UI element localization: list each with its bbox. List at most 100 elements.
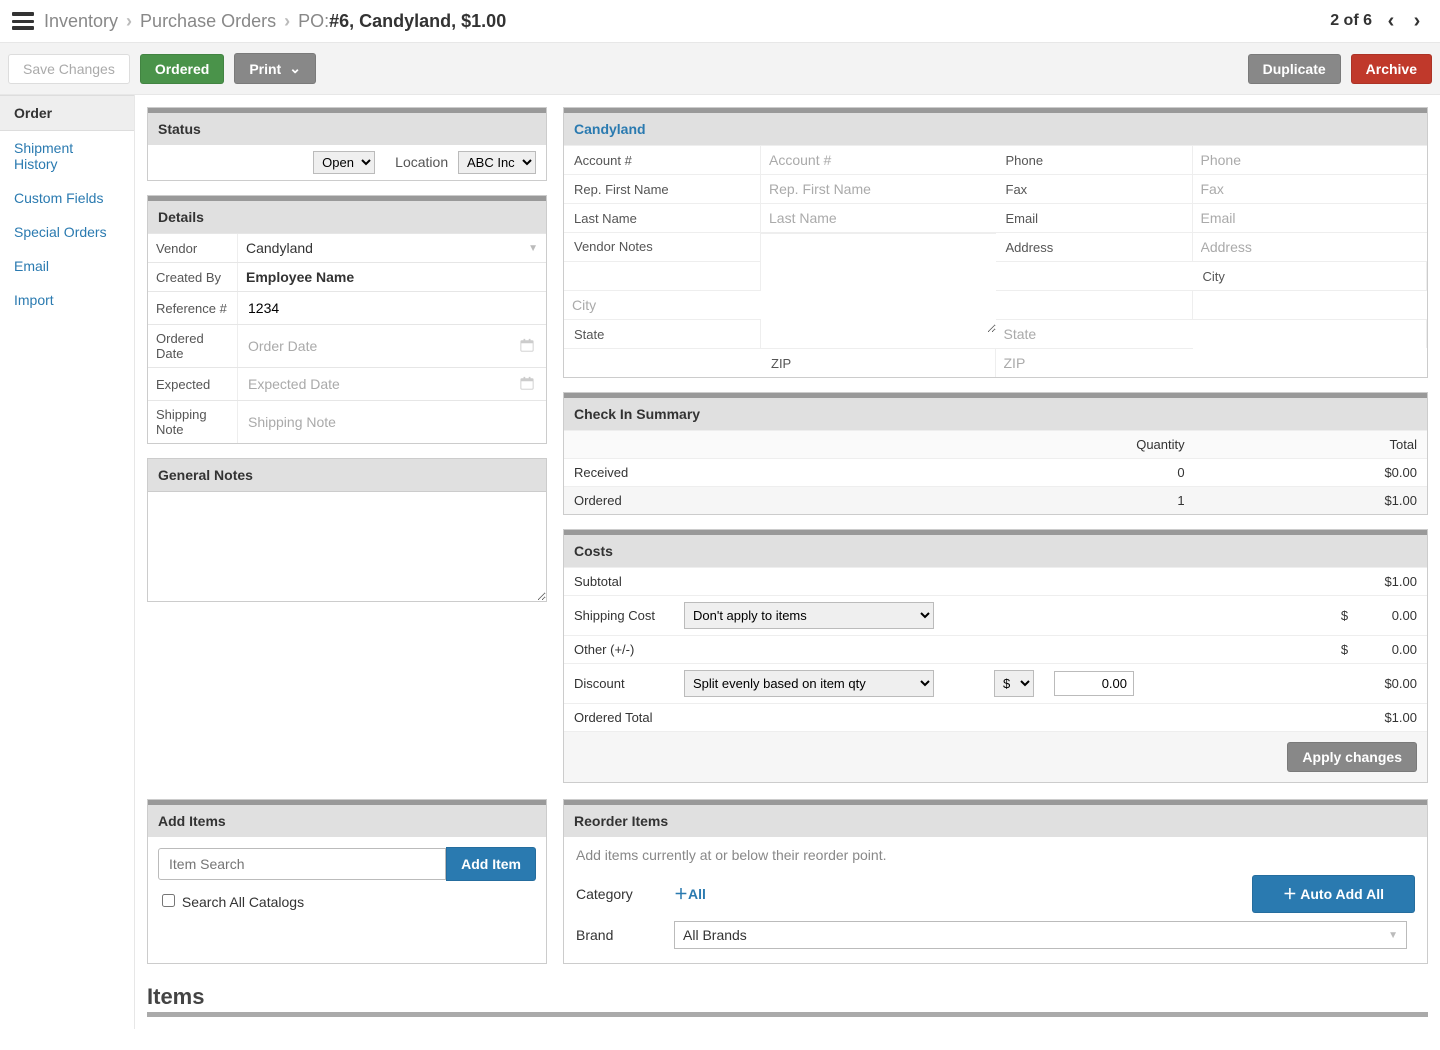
sidebar-item-special-orders[interactable]: Special Orders [0, 215, 134, 249]
search-all-text: Search All Catalogs [182, 894, 304, 910]
pager-next-icon[interactable]: › [1406, 10, 1428, 32]
vendor-fax-input[interactable] [1193, 175, 1428, 203]
sidebar-item-custom-fields[interactable]: Custom Fields [0, 181, 134, 215]
costs-title: Costs [564, 530, 1427, 567]
vendor-account-label: Account # [564, 145, 761, 174]
vendor-city-input[interactable] [564, 291, 761, 319]
print-label: Print [249, 61, 281, 77]
blank-label-2 [996, 290, 1193, 319]
sidebar-item-order[interactable]: Order [0, 95, 134, 131]
vendor-fax-label: Fax [996, 174, 1193, 203]
duplicate-button[interactable]: Duplicate [1248, 54, 1341, 84]
ordered-total-value: $1.00 [1144, 704, 1427, 732]
chevron-right-icon: › [126, 11, 132, 32]
vendor-address-input[interactable] [1193, 233, 1428, 261]
discount-amount-input[interactable] [1054, 671, 1134, 696]
shipping-note-input[interactable] [246, 410, 538, 434]
category-label: Category [576, 886, 666, 902]
details-title: Details [148, 196, 546, 233]
chevron-down-icon[interactable]: ▼ [528, 243, 538, 254]
breadcrumb: Inventory › Purchase Orders › PO: #6, Ca… [0, 0, 1440, 43]
brand-label: Brand [576, 927, 666, 943]
shipping-value: 0.00 [1392, 608, 1417, 623]
sidebar-item-shipment-history[interactable]: Shipment History [0, 131, 134, 181]
crumb-module[interactable]: Inventory [44, 11, 118, 32]
search-all-catalogs-label[interactable]: Search All Catalogs [158, 894, 304, 910]
discount-label: Discount [564, 664, 674, 704]
search-all-catalogs-checkbox[interactable] [162, 894, 175, 907]
checkin-col-total: Total [1195, 431, 1427, 459]
vendor-city-label: City [1193, 261, 1428, 290]
vendor-panel: Candyland Account # Phone Rep. First Nam… [563, 107, 1428, 378]
checkin-received-qty: 0 [892, 459, 1195, 487]
status-panel: Status Open Location ABC Inc [147, 107, 547, 181]
vendor-phone-input[interactable] [1193, 146, 1428, 174]
vendor-address2-input[interactable] [996, 262, 1193, 290]
vendor-address-label: Address [996, 232, 1193, 261]
sidebar-item-import[interactable]: Import [0, 283, 134, 317]
calendar-icon[interactable] [520, 376, 534, 393]
location-select[interactable]: ABC Inc [458, 151, 536, 174]
auto-add-label: Auto Add All [1300, 886, 1384, 902]
discount-type-select[interactable]: $ [994, 670, 1034, 697]
status-select[interactable]: Open [313, 151, 375, 174]
add-items-panel: Add Items Add Item Search All Catalogs [147, 799, 547, 964]
discount-rule-select[interactable]: Split evenly based on item qty [684, 670, 934, 697]
auto-add-all-button[interactable]: ＋ Auto Add All [1252, 875, 1415, 913]
vendor-last-name-label: Last Name [564, 203, 761, 232]
other-value: 0.00 [1392, 642, 1417, 657]
item-search-input[interactable] [158, 848, 446, 880]
pager-prev-icon[interactable]: ‹ [1380, 10, 1402, 32]
reference-input[interactable] [246, 296, 538, 320]
vendor-rep-first-input[interactable] [761, 175, 996, 203]
vendor-email-input[interactable] [1193, 204, 1428, 232]
vendor-notes-input[interactable] [761, 233, 996, 333]
ordered-button[interactable]: Ordered [140, 54, 224, 84]
vendor-state-input[interactable] [996, 320, 1193, 348]
apply-changes-button[interactable]: Apply changes [1287, 742, 1417, 772]
vendor-link[interactable]: Candyland [574, 121, 646, 137]
subtotal-label: Subtotal [564, 568, 674, 596]
shipping-rule-select[interactable]: Don't apply to items [684, 602, 934, 629]
reorder-note: Add items currently at or below their re… [568, 847, 1423, 871]
checkin-panel: Check In Summary Quantity Total Received… [563, 392, 1428, 515]
created-by-label: Created By [148, 263, 238, 291]
calendar-icon[interactable] [520, 338, 534, 355]
ordered-date-input[interactable] [246, 334, 514, 358]
items-heading: Items [147, 980, 1428, 1017]
shipping-label: Shipping Cost [564, 596, 674, 636]
print-button[interactable]: Print ⌄ [234, 53, 316, 84]
details-panel: Details Vendor Candyland ▼ Created By Em… [147, 195, 547, 444]
general-notes-input[interactable] [147, 492, 547, 602]
created-by-value: Employee Name [246, 269, 354, 285]
vendor-last-name-input[interactable] [761, 204, 996, 232]
vendor-label: Vendor [148, 234, 238, 262]
vendor-notes-label: Vendor Notes [564, 232, 761, 261]
brand-select[interactable]: All Brands [683, 927, 747, 943]
vendor-phone-label: Phone [996, 145, 1193, 174]
checkin-title: Check In Summary [564, 393, 1427, 430]
add-item-button[interactable]: Add Item [446, 847, 536, 881]
vendor-zip-label: ZIP [761, 348, 996, 377]
category-all-link[interactable]: ＋All [674, 884, 1244, 904]
sidebar-item-email[interactable]: Email [0, 249, 134, 283]
checkin-received-total: $0.00 [1195, 459, 1427, 487]
vendor-account-input[interactable] [761, 146, 996, 174]
crumb-section[interactable]: Purchase Orders [140, 11, 276, 32]
chevron-down-icon[interactable]: ▼ [1388, 930, 1398, 941]
vendor-state-label: State [564, 319, 761, 348]
vendor-value[interactable]: Candyland [246, 240, 522, 256]
expected-date-input[interactable] [246, 372, 514, 396]
pager: 2 of 6 ‹ › [1330, 10, 1428, 32]
subtotal-value: $1.00 [1144, 568, 1427, 596]
archive-button[interactable]: Archive [1351, 54, 1432, 84]
blank-label-1 [564, 261, 761, 290]
checkin-ordered-label: Ordered [564, 487, 892, 515]
shipping-note-label: Shipping Note [148, 401, 238, 443]
location-label: Location [395, 154, 448, 170]
save-button: Save Changes [8, 54, 130, 84]
reorder-items-title: Reorder Items [564, 800, 1427, 837]
vendor-email-label: Email [996, 203, 1193, 232]
vendor-zip-input[interactable] [996, 349, 1193, 377]
status-title: Status [148, 108, 546, 145]
